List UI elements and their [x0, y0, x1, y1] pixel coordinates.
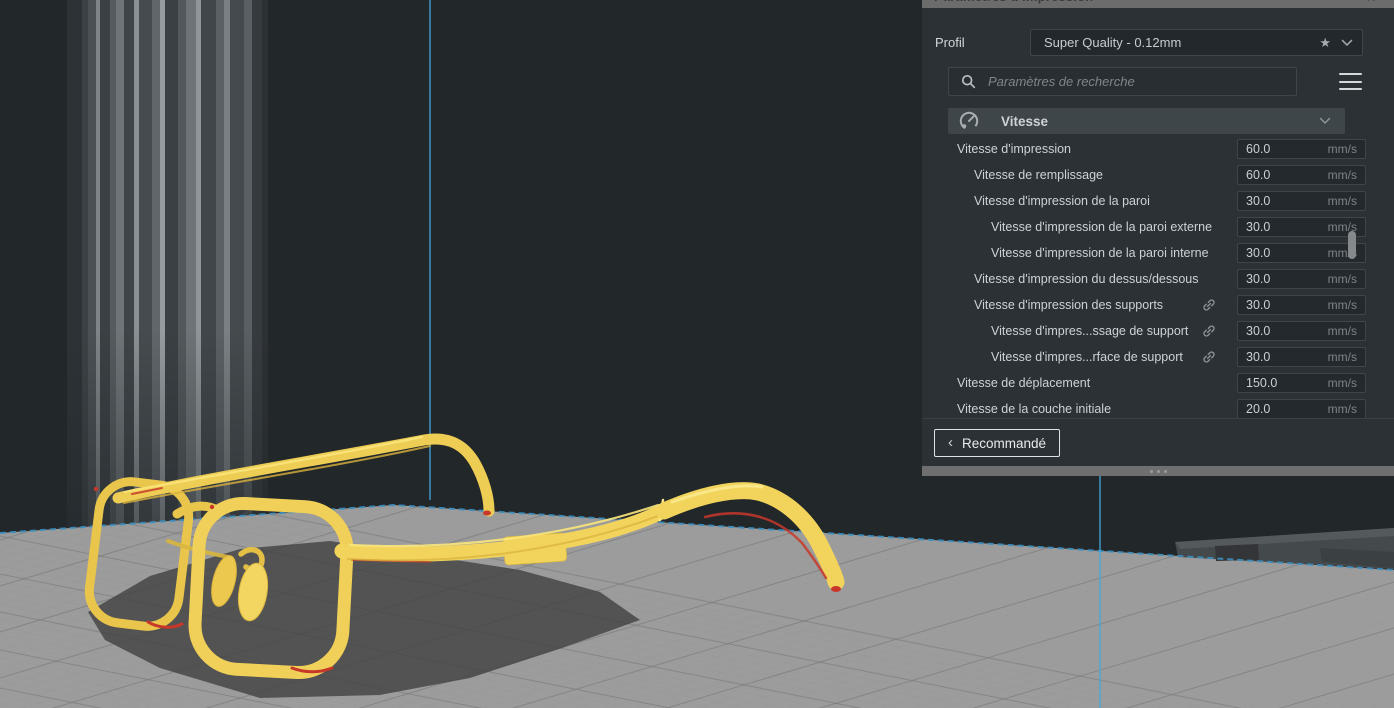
setting-label: Vitesse de remplissage [974, 168, 1104, 182]
recommended-button-label: Recommandé [961, 435, 1047, 451]
setting-field: mm/s [1237, 139, 1366, 159]
setting-value-input[interactable] [1244, 141, 1310, 157]
print-settings-panel: Paramètres d'impression ✕ Profil Super Q… [922, 0, 1394, 476]
section-vitesse[interactable]: Vitesse [948, 108, 1345, 134]
setting-label: Vitesse de la couche initiale [957, 402, 1112, 416]
setting-label: Vitesse d'impression de la paroi interne [991, 246, 1209, 260]
search-row [948, 67, 1368, 96]
setting-unit: mm/s [1327, 402, 1357, 416]
setting-value-input[interactable] [1244, 245, 1310, 261]
setting-field: mm/s [1237, 191, 1366, 211]
setting-value-input[interactable] [1244, 375, 1310, 391]
search-box[interactable] [948, 67, 1297, 96]
settings-row[interactable]: Vitesse de déplacement mm/s [948, 370, 1366, 396]
chevron-left-icon: ‹ [947, 433, 953, 451]
setting-value-input[interactable] [1244, 167, 1310, 183]
setting-value-input[interactable] [1244, 271, 1310, 287]
settings-row[interactable]: Vitesse d'impression de la paroi interne… [948, 240, 1366, 266]
setting-field: mm/s [1237, 243, 1366, 263]
profile-value: Super Quality - 0.12mm [1044, 35, 1182, 50]
setting-value-input[interactable] [1244, 349, 1310, 365]
setting-unit: mm/s [1327, 324, 1357, 338]
setting-field: mm/s [1237, 373, 1366, 393]
setting-unit: mm/s [1327, 142, 1357, 156]
chevron-down-icon [1341, 39, 1353, 46]
settings-row[interactable]: Vitesse d'impression du dessus/dessous m… [948, 266, 1366, 292]
speedometer-icon [959, 111, 979, 131]
setting-field: mm/s [1237, 165, 1366, 185]
panel-titlebar[interactable]: Paramètres d'impression ✕ [922, 0, 1394, 8]
panel-divider [922, 418, 1394, 419]
setting-label: Vitesse d'impression des supports [974, 298, 1164, 312]
setting-unit: mm/s [1327, 350, 1357, 364]
chevron-down-icon [1319, 117, 1331, 125]
setting-value-input[interactable] [1244, 401, 1310, 417]
settings-row[interactable]: Vitesse d'impression mm/s [948, 136, 1366, 162]
scrollbar-thumb[interactable] [1348, 231, 1356, 259]
profile-row: Profil Super Quality - 0.12mm ★ [922, 29, 1394, 56]
setting-field: mm/s [1237, 269, 1366, 289]
section-title: Vitesse [1001, 113, 1049, 129]
settings-row[interactable]: Vitesse de remplissage mm/s [948, 162, 1366, 188]
link-icon [1202, 324, 1216, 343]
setting-field: mm/s [1237, 399, 1366, 419]
search-icon [961, 74, 976, 89]
profile-dropdown[interactable]: Super Quality - 0.12mm ★ [1030, 29, 1363, 56]
recommended-button[interactable]: ‹ Recommandé [934, 429, 1060, 457]
setting-value-input[interactable] [1244, 219, 1310, 235]
setting-label: Vitesse d'impression de la paroi [974, 194, 1150, 208]
panel-resize-handle[interactable] [922, 466, 1394, 476]
striped-column [60, 0, 275, 535]
setting-unit: mm/s [1327, 194, 1357, 208]
setting-field: mm/s [1237, 347, 1366, 367]
setting-field: mm/s [1237, 217, 1366, 237]
setting-label: Vitesse d'impres...rface de support [991, 350, 1183, 364]
setting-label: Vitesse d'impres...ssage de support [991, 324, 1189, 338]
setting-unit: mm/s [1327, 298, 1357, 312]
setting-unit: mm/s [1327, 272, 1357, 286]
settings-row[interactable]: Vitesse d'impres...rface de support mm/s [948, 344, 1366, 370]
settings-row[interactable]: Vitesse d'impression de la paroi externe… [948, 214, 1366, 240]
menu-icon[interactable] [1339, 71, 1362, 92]
setting-value-input[interactable] [1244, 323, 1310, 339]
setting-label: Vitesse d'impression du dessus/dessous [974, 272, 1199, 286]
profile-label: Profil [935, 35, 965, 50]
setting-field: mm/s [1237, 321, 1366, 341]
settings-row[interactable]: Vitesse d'impression de la paroi mm/s [948, 188, 1366, 214]
setting-field: mm/s [1237, 295, 1366, 315]
panel-title: Paramètres d'impression [934, 0, 1093, 4]
setting-unit: mm/s [1327, 376, 1357, 390]
close-icon[interactable]: ✕ [1366, 0, 1376, 5]
setting-label: Vitesse d'impression [957, 142, 1072, 156]
search-input[interactable] [986, 73, 1296, 90]
setting-label: Vitesse de déplacement [957, 376, 1091, 390]
cura-slicer-window: Paramètres d'impression ✕ Profil Super Q… [0, 0, 1394, 708]
settings-row[interactable]: Vitesse d'impression des supports mm/s [948, 292, 1366, 318]
settings-list: Vitesse d'impression mm/s Vitesse de rem… [948, 136, 1366, 422]
setting-unit: mm/s [1327, 168, 1357, 182]
link-icon [1202, 350, 1216, 369]
setting-value-input[interactable] [1244, 193, 1310, 209]
link-icon [1202, 298, 1216, 317]
star-icon[interactable]: ★ [1319, 35, 1331, 51]
settings-row[interactable]: Vitesse d'impres...ssage de support mm/s [948, 318, 1366, 344]
setting-label: Vitesse d'impression de la paroi externe [991, 220, 1213, 234]
setting-value-input[interactable] [1244, 297, 1310, 313]
